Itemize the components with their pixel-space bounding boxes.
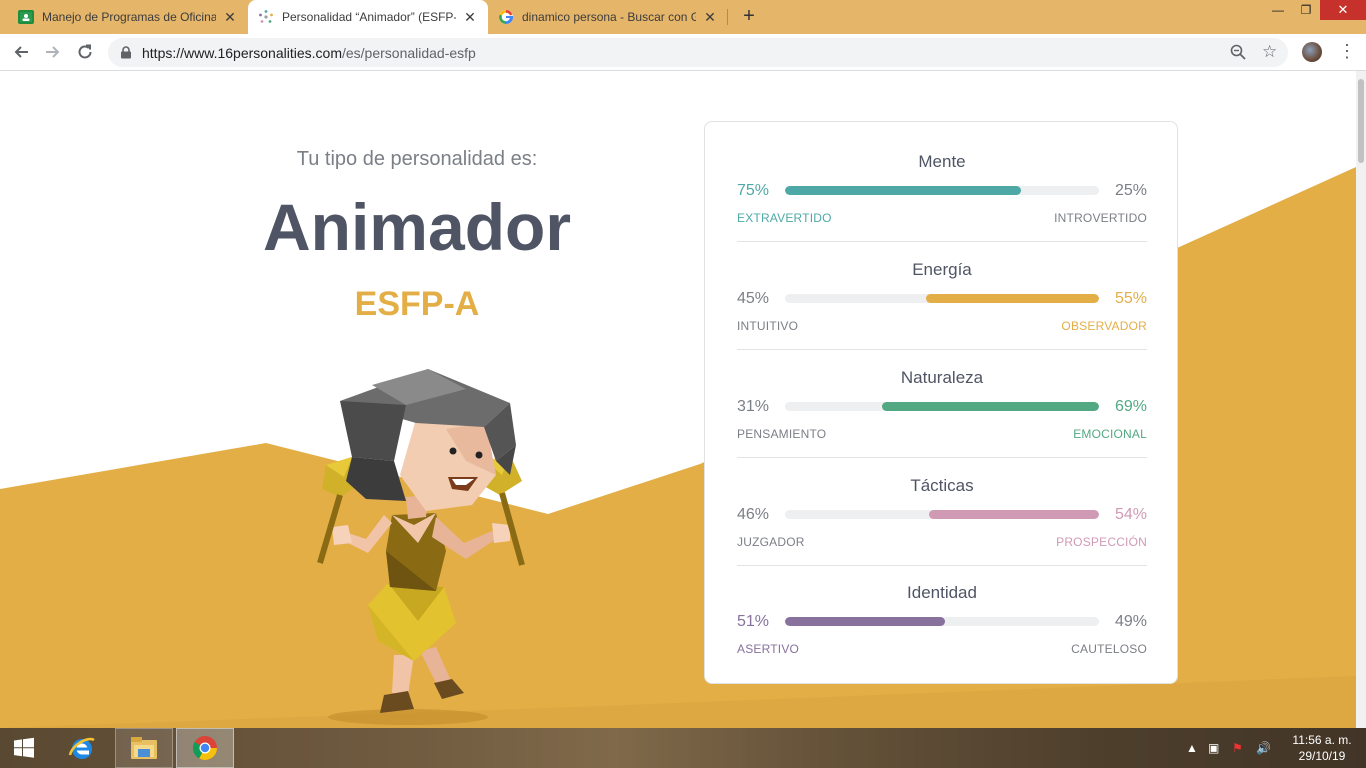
16personalities-icon [258,9,274,25]
windows-taskbar: ▲ ▣ ⚑ 🔊 11:56 a. m. 29/10/19 [0,728,1366,768]
trait-right-label: INTROVERTIDO [1054,211,1147,225]
show-hidden-icons-icon[interactable]: ▲ [1186,741,1198,755]
trait-right-percent: 49% [1114,613,1147,630]
address-bar[interactable]: https://www.16personalities.com/es/perso… [108,38,1288,67]
start-button[interactable] [0,728,48,768]
personality-name: Animador [262,190,572,264]
trait-bar-track [785,402,1099,411]
close-tab-icon[interactable]: ✕ [702,9,718,26]
browser-toolbar: https://www.16personalities.com/es/perso… [0,34,1366,71]
volume-icon[interactable]: 🔊 [1256,741,1271,755]
scrollbar-thumb[interactable] [1358,79,1364,163]
chrome-taskbar-button[interactable] [176,728,234,768]
back-button[interactable] [9,40,33,64]
network-icon[interactable]: ▣ [1208,741,1219,755]
windows-logo-icon [14,737,34,758]
trait-tactics: Tácticas 46% 54% JUZGADOR PROSPECCIÓN [737,446,1147,566]
google-classroom-icon [18,9,34,25]
trait-bar-fill [785,617,946,626]
folder-icon [131,737,157,759]
google-icon [498,9,514,25]
new-tab-button[interactable]: + [738,5,760,27]
window-close-icon[interactable]: ✕ [1320,0,1366,20]
file-explorer-button[interactable] [115,728,173,768]
close-tab-icon[interactable]: ✕ [222,9,238,26]
page-content: Tu tipo de personalidad es: Animador ESF… [0,71,1356,728]
trait-left-label: PENSAMIENTO [737,427,827,441]
lock-icon [121,46,131,59]
tab-separator [727,9,728,25]
tab-dinamico-persona[interactable]: dinamico persona - Buscar con G ✕ [488,0,728,34]
trait-left-percent: 31% [737,398,770,415]
trait-right-label: CAUTELOSO [1071,642,1147,656]
internet-explorer-button[interactable] [58,728,106,768]
trait-bar-fill [882,402,1099,411]
tab-label: Manejo de Programas de Oficina [42,10,216,24]
reload-button[interactable] [73,40,97,64]
trait-right-label: EMOCIONAL [1073,427,1147,441]
trait-left-label: EXTRAVERTIDO [737,211,832,225]
clock-time[interactable]: 11:56 a. m. [1290,733,1354,747]
trait-title: Naturaleza [900,368,984,387]
window-controls: — ❐ ✕ [1264,0,1366,22]
tab-personalidad[interactable]: Personalidad “Animador” (ESFP-A ✕ [248,0,488,34]
trait-mind: Mente 75% 25% EXTRAVERTIDO INTROVERTIDO [737,122,1147,242]
trait-title: Energía [912,260,972,279]
trait-bar-fill [785,186,1021,195]
tab-label: dinamico persona - Buscar con G [522,10,696,24]
tab-label: Personalidad “Animador” (ESFP-A [282,10,456,24]
trait-left-percent: 46% [737,506,770,523]
trait-left-label: INTUITIVO [737,319,799,333]
restore-icon[interactable]: ❐ [1292,0,1320,20]
action-center-flag-icon[interactable]: ⚑ [1232,741,1243,755]
trait-title: Identidad [907,583,977,602]
clock-date[interactable]: 29/10/19 [1290,749,1354,763]
reload-icon [78,44,92,59]
trait-right-percent: 54% [1114,506,1147,523]
page-scrollbar[interactable] [1356,71,1366,728]
trait-bar-track [785,294,1099,303]
bookmark-star-icon[interactable]: ☆ [1262,42,1277,62]
arrow-right-icon [46,46,60,58]
profile-avatar[interactable] [1302,42,1322,62]
trait-right-percent: 69% [1114,398,1147,415]
url-text: https://www.16personalities.com/es/perso… [142,45,476,61]
trait-energy: Energía 45% 55% INTUITIVO OBSERVADOR [737,230,1147,350]
trait-right-percent: 55% [1114,290,1147,307]
trait-identity: Identidad 51% 49% ASERTIVO CAUTELOSO [737,553,1147,661]
internet-explorer-icon [68,737,95,759]
trait-left-percent: 45% [737,290,770,307]
trait-bar-fill [929,510,1099,519]
trait-left-label: JUZGADOR [737,535,805,549]
trait-right-percent: 25% [1114,182,1147,199]
traits-card: Mente 75% 25% EXTRAVERTIDO INTROVERTIDO … [704,121,1178,684]
trait-bar-track [785,186,1099,195]
forward-button[interactable] [41,40,65,64]
trait-title: Mente [918,152,966,171]
entertainer-illustration [317,369,525,725]
trait-nature: Naturaleza 31% 69% PENSAMIENTO EMOCIONAL [737,338,1147,458]
trait-left-percent: 51% [737,613,770,630]
trait-left-label: ASERTIVO [737,642,800,656]
system-tray: ▲ ▣ ⚑ 🔊 11:56 a. m. 29/10/19 [1180,728,1366,768]
zoom-out-icon[interactable] [1230,44,1246,60]
url-host: https://www.16personalities.com [142,45,342,61]
personality-intro: Tu tipo de personalidad es: [296,148,538,170]
tab-strip: Manejo de Programas de Oficina ✕ Persona… [0,0,1366,34]
tab-manejo-programas[interactable]: Manejo de Programas de Oficina ✕ [8,0,248,34]
more-menu-icon[interactable]: ⋮ [1338,42,1356,62]
close-tab-icon[interactable]: ✕ [462,9,478,26]
personality-code: ESFP-A [354,285,480,323]
trait-title: Tácticas [910,476,974,495]
trait-bar-fill [926,294,1099,303]
chrome-icon [192,736,217,761]
trait-bar-track [785,510,1099,519]
trait-right-label: PROSPECCIÓN [1056,535,1147,549]
arrow-left-icon [14,46,28,58]
trait-right-label: OBSERVADOR [1061,319,1147,333]
trait-left-percent: 75% [737,182,770,199]
url-path: /es/personalidad-esfp [341,45,476,61]
trait-bar-track [785,617,1099,626]
minimize-icon[interactable]: — [1264,0,1292,20]
